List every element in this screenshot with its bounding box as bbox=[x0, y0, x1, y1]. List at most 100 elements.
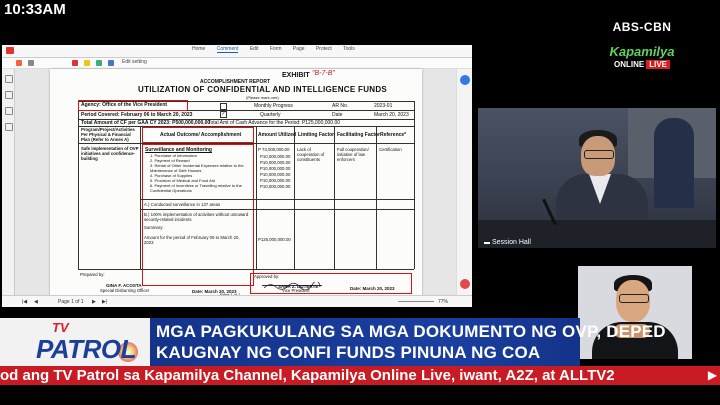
outcome-item-3: 3. Rental of Other Incidental Expenses r… bbox=[150, 163, 244, 173]
pdf-sidebar bbox=[2, 69, 15, 299]
pen-tool-icon[interactable] bbox=[108, 60, 114, 66]
limiting-factor: Lack of cooperation of constituents bbox=[297, 147, 325, 162]
speaker-glasses bbox=[584, 150, 614, 159]
amount-period-label: Amount for the period of February 06 to … bbox=[144, 235, 240, 245]
senate-video-feed: Session Hall bbox=[478, 108, 716, 248]
exhibit-label: EXHIBIT bbox=[282, 72, 310, 79]
officer-title: Special Disbursing Officer bbox=[100, 288, 150, 293]
program-text: Safe implementation of OVP initiatives a… bbox=[81, 146, 139, 161]
menu-form[interactable]: Form bbox=[270, 46, 282, 52]
headline-line-2: KAUGNAY NG CONFI FUNDS PINUNA NG COA bbox=[156, 343, 541, 362]
session-hall-text: Session Hall bbox=[492, 239, 531, 246]
facilitating-factor: Full cooperation/ initiative of law enfo… bbox=[337, 147, 369, 162]
amount-row-5: P10,000,000.00 bbox=[260, 178, 291, 183]
amount-row-1: P10,000,000.00 bbox=[260, 154, 291, 159]
menu-page[interactable]: Page bbox=[293, 46, 305, 52]
menu-comment[interactable]: Comment bbox=[216, 46, 239, 53]
edit-setting-button[interactable]: Edit setting bbox=[122, 59, 147, 65]
session-hall-label: Session Hall bbox=[484, 236, 531, 246]
col-limiting: Limiting Factor bbox=[298, 132, 335, 138]
next-page-icon[interactable]: ▶ bbox=[92, 299, 96, 305]
headline-line-1: MGA PAGKUKULANG SA MGA DOKUMENTO NG OVP,… bbox=[156, 322, 666, 341]
ar-no-label: AR No. bbox=[332, 103, 349, 109]
first-page-icon[interactable]: |◀ bbox=[22, 299, 27, 305]
tv-patrol-logo-text: PATROL bbox=[36, 334, 137, 364]
amount-row-6: P10,000,000.00 bbox=[260, 184, 291, 189]
pdf-viewer-window: Home Comment Edit Form Page Protect Tool… bbox=[2, 45, 472, 307]
ticker-arrow-icon: ▶ bbox=[705, 366, 720, 385]
amount-row-4: P10,000,000.00 bbox=[260, 172, 291, 177]
amount-row-0: P 73,000,000.00 bbox=[258, 147, 290, 152]
col-amount: Amount Utilized bbox=[258, 132, 297, 138]
exhibit-handwritten-mark: "B-7-B" bbox=[312, 70, 335, 77]
agency-label: Agency: Office of the Vice President bbox=[81, 102, 168, 108]
please-mark: (Please mark one) bbox=[246, 95, 279, 100]
last-page-icon[interactable]: ▶| bbox=[102, 299, 107, 305]
outcome-item-6: 6. Payment of Incentives or Travelling r… bbox=[150, 183, 242, 193]
online-label: ONLINE bbox=[613, 60, 645, 69]
news-ticker: od ang TV Patrol sa Kapamilya Channel, K… bbox=[0, 366, 720, 385]
clock: 10:33AM bbox=[4, 1, 66, 18]
implementation-result: B.) 100% implementation of activities wi… bbox=[144, 212, 249, 222]
pdf-app-icon[interactable] bbox=[6, 47, 14, 54]
online-live-badge: ONLINE LIVE bbox=[592, 60, 692, 69]
menu-home[interactable]: Home bbox=[192, 46, 205, 52]
monthly-checkbox bbox=[220, 103, 227, 110]
sign-language-interpreter bbox=[578, 266, 692, 359]
menu-tools[interactable]: Tools bbox=[343, 46, 355, 52]
document-title: UTILIZATION OF CONFIDENTIAL AND INTELLIG… bbox=[138, 85, 388, 94]
amount-row-3: P10,000,000.00 bbox=[260, 166, 291, 171]
shape-tool-icon[interactable] bbox=[96, 60, 102, 66]
total-amount: Total Amount of CF per GAA CY 2023: P500… bbox=[81, 120, 211, 126]
amount-total: P125,000,000.00 bbox=[258, 237, 291, 242]
thumbnail-icon[interactable] bbox=[5, 75, 13, 83]
menu-protect[interactable]: Protect bbox=[316, 46, 332, 52]
network-logo: ABS-CBN Kapamilya ONLINE LIVE bbox=[592, 20, 692, 76]
period-label: Period Covered: February 06 to March 20,… bbox=[81, 112, 193, 118]
summary-label: Summary: bbox=[144, 225, 164, 230]
monthly-label: Monthly Progress bbox=[254, 103, 293, 109]
signal-icon bbox=[484, 236, 490, 244]
live-badge: LIVE bbox=[646, 60, 670, 69]
amount-row-2: P10,000,000.00 bbox=[260, 160, 291, 165]
vp-title: Vice President bbox=[282, 288, 310, 293]
pdf-statusbar: |◀ ◀ Page 1 of 1 ▶ ▶| 77% bbox=[2, 295, 472, 307]
col-facilitating: Facilitating Factor bbox=[337, 132, 381, 138]
abscbn-logo-text: ABS-CBN bbox=[612, 20, 672, 34]
col-reference: Reference* bbox=[380, 132, 407, 138]
reference-value: Certification bbox=[379, 147, 402, 152]
menu-edit[interactable]: Edit bbox=[250, 46, 259, 52]
assistant-icon[interactable] bbox=[460, 75, 470, 85]
zoom-level[interactable]: 77% bbox=[438, 299, 448, 305]
stamp-tool-icon[interactable] bbox=[72, 60, 78, 66]
page-indicator[interactable]: Page 1 of 1 bbox=[58, 299, 84, 305]
note-tool-icon[interactable] bbox=[84, 60, 90, 66]
kapamilya-logo: Kapamilya bbox=[609, 44, 675, 59]
headline-banner: MGA PAGKUKULANG SA MGA DOKUMENTO NG OVP,… bbox=[150, 318, 666, 366]
document-page: EXHIBIT "B-7-B" ACCOMPLISHMENT REPORT UT… bbox=[50, 69, 422, 297]
date-approved: Date: March 20, 2023 bbox=[350, 286, 395, 291]
text-tool-icon[interactable] bbox=[28, 60, 34, 66]
background-person bbox=[654, 118, 694, 208]
comments-panel-icon[interactable] bbox=[5, 107, 13, 115]
highlight-tool-icon[interactable] bbox=[16, 60, 22, 66]
col-program: Program/Project/Activities Per Physical … bbox=[81, 127, 135, 142]
abscbn-logo: ABS-CBN bbox=[592, 20, 692, 34]
zoom-slider[interactable] bbox=[398, 301, 434, 302]
ar-no-value: 2023-01 bbox=[374, 103, 393, 109]
attachment-icon[interactable] bbox=[5, 123, 13, 131]
pdf-menu-bar: Home Comment Edit Form Page Protect Tool… bbox=[192, 46, 365, 53]
surveillance-result: A.) Conducted surveillance in 137 areas bbox=[144, 202, 221, 207]
tv-patrol-logo-tv: TV bbox=[52, 320, 69, 335]
col-outcome: Actual Outcome/ Accomplishment bbox=[160, 132, 242, 138]
date-label: Date bbox=[332, 112, 343, 118]
record-icon[interactable] bbox=[460, 279, 470, 289]
prepared-by-label: Prepared by: bbox=[80, 272, 105, 277]
quarterly-label: Quarterly bbox=[260, 112, 281, 118]
bookmark-icon[interactable] bbox=[5, 91, 13, 99]
quarterly-checkbox-checked: ✓ bbox=[220, 111, 227, 118]
date-value: March 20, 2023 bbox=[374, 112, 409, 118]
pdf-comment-toolbar: Edit setting bbox=[2, 58, 472, 69]
pdf-toolbar: Home Comment Edit Form Page Protect Tool… bbox=[2, 45, 472, 58]
prev-page-icon[interactable]: ◀ bbox=[34, 299, 38, 305]
